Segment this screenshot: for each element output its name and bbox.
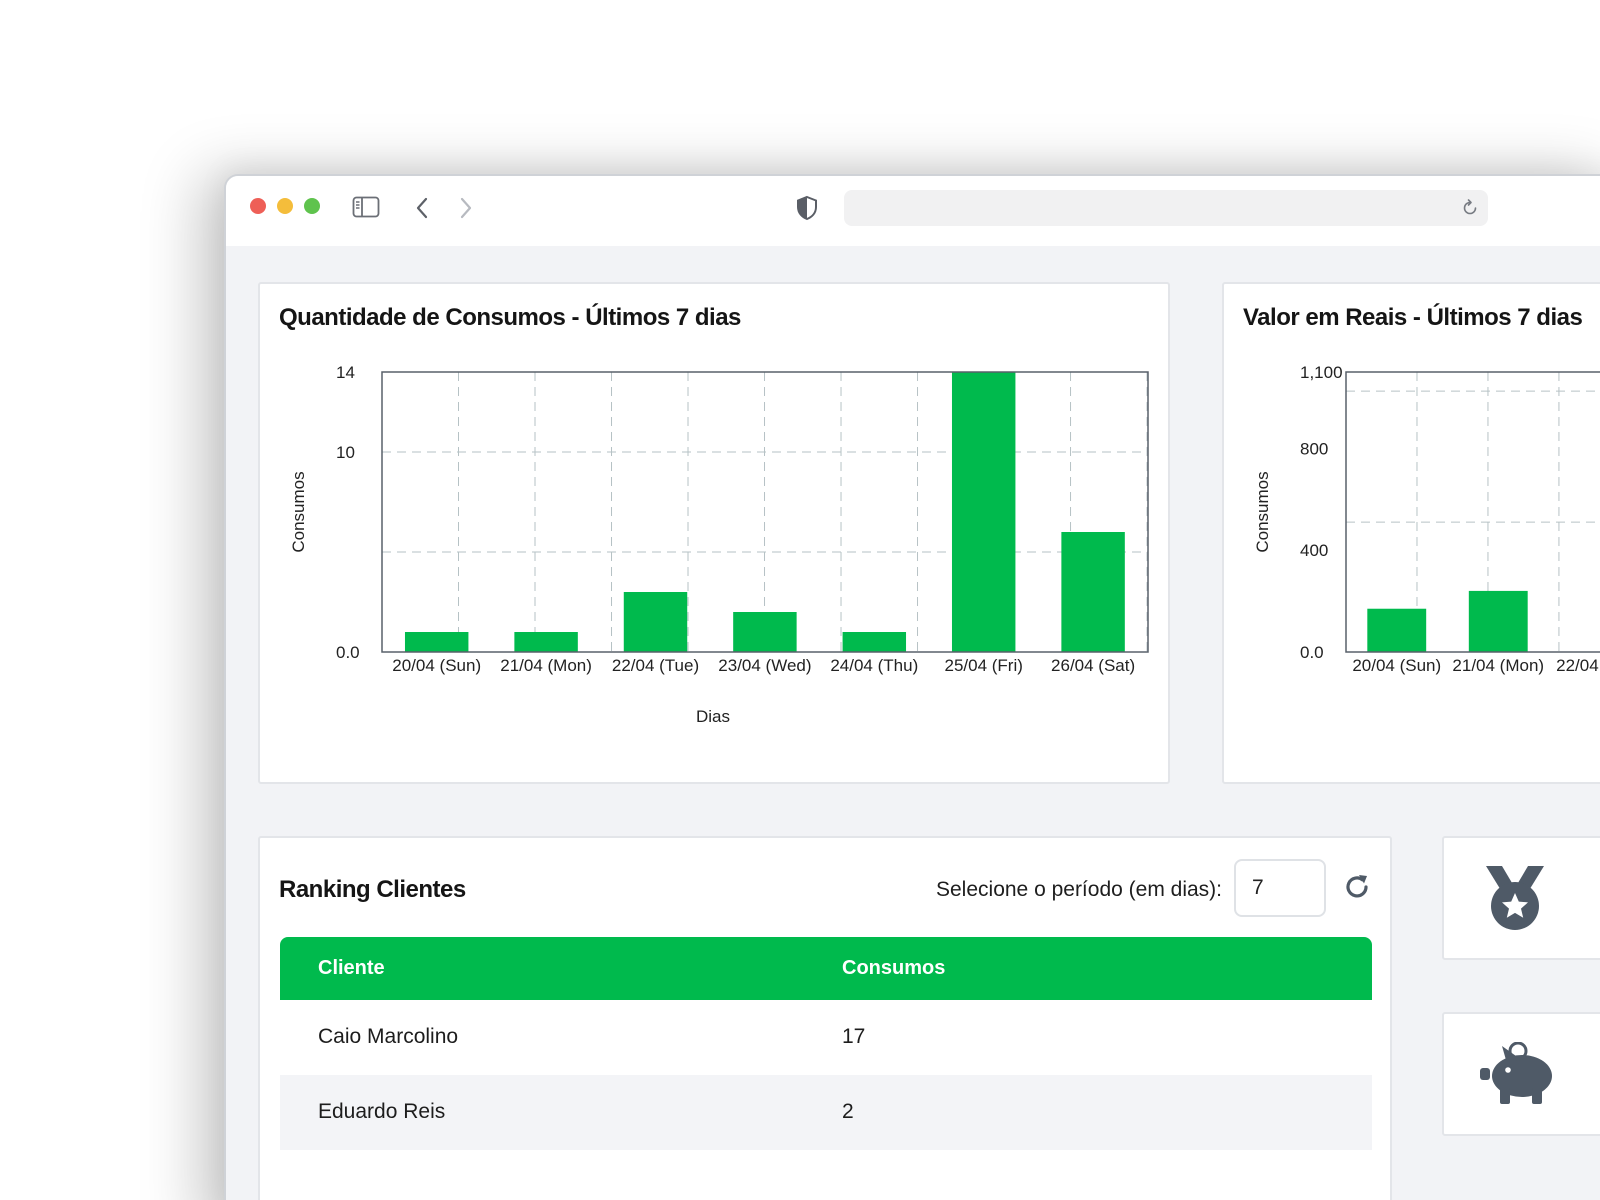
x-axis-label: Dias [696,707,730,726]
chart-card-consumos: Quantidade de Consumos - Últimos 7 dias … [258,282,1170,784]
browser-toolbar [226,176,1600,246]
address-bar[interactable] [844,190,1488,226]
table-row[interactable]: Eduardo Reis 2 [280,1075,1372,1150]
y-tick-label: 800 [1300,439,1328,458]
bar[interactable] [951,372,1016,652]
shield-icon[interactable] [796,195,818,221]
period-input[interactable] [1234,859,1326,917]
minimize-window-button[interactable] [277,198,293,214]
y-tick-label: 1,100 [1300,363,1343,382]
bar-chart-valor: 1,100 800 400 0.0 20/04 (Sun) 21/04 (Mon) 22/0… [1253,363,1600,675]
y-tick-label: 0.0 [1300,643,1324,662]
chart-card-valor: Valor em Reais - Últimos 7 dias 1,100 800… [1222,282,1600,784]
x-tick-label: 23/04 (Wed) [718,656,811,675]
ranking-card: Ranking Clientes Selecione o período (em… [258,836,1392,1200]
back-icon[interactable] [414,196,430,220]
y-axis-label: Consumos [1253,471,1272,552]
piggy-bank-icon [1480,1042,1552,1104]
forward-icon[interactable] [458,196,474,220]
bar[interactable] [404,632,469,652]
table-row[interactable]: Caio Marcolino 17 [280,1000,1372,1075]
refresh-icon[interactable] [1342,872,1372,902]
y-tick-label: 0.0 [336,643,360,662]
column-header-consumos[interactable]: Consumos [842,957,945,980]
x-tick-label: 22/04 (Tue) [1556,656,1600,675]
table-header: Cliente Consumos [280,937,1372,1000]
x-tick-label: 22/04 (Tue) [612,656,699,675]
side-card-medal[interactable] [1442,836,1600,960]
x-tick-label: 20/04 (Sun) [392,656,481,675]
cell-cliente: Caio Marcolino [318,1025,459,1048]
ranking-title: Ranking Clientes [279,876,466,903]
x-tick-label: 21/04 (Mon) [500,656,592,675]
cell-cliente: Eduardo Reis [318,1100,446,1123]
y-tick-label: 400 [1300,541,1328,560]
cell-consumos: 17 [842,1025,866,1048]
medal-icon [1486,866,1544,930]
bar[interactable] [1367,608,1427,652]
side-card-piggy-bank[interactable] [1442,1012,1600,1136]
bar[interactable] [1468,590,1528,652]
x-tick-label: 20/04 (Sun) [1352,656,1441,675]
column-header-cliente[interactable]: Cliente [318,957,385,980]
cell-consumos: 2 [842,1100,854,1123]
x-tick-label: 26/04 (Sat) [1051,656,1135,675]
bar[interactable] [1061,532,1125,652]
y-axis-label: Consumos [289,471,308,552]
bar[interactable] [623,592,688,652]
ranking-table: Cliente Consumos Caio Marcolino 17 Eduar… [280,937,1372,1150]
bar[interactable] [733,612,797,652]
bar[interactable] [514,632,578,652]
reload-icon[interactable] [1460,198,1480,218]
period-label: Selecione o período (em dias): [936,878,1222,901]
x-tick-label: 21/04 (Mon) [1452,656,1544,675]
x-tick-label: 25/04 (Fri) [944,656,1022,675]
close-window-button[interactable] [250,198,266,214]
bar[interactable] [842,632,907,652]
zoom-window-button[interactable] [304,198,320,214]
y-tick-label: 10 [336,443,355,462]
browser-window: Quantidade de Consumos - Últimos 7 dias … [224,174,1600,1200]
sidebar-icon[interactable] [352,196,380,218]
x-tick-label: 24/04 (Thu) [830,656,918,675]
bar-chart-consumos: 14 10 0.0 20/04 (Sun) 21/04 (Mon) 22/04 (Tue)… [289,363,1149,726]
y-tick-label: 14 [336,363,355,382]
